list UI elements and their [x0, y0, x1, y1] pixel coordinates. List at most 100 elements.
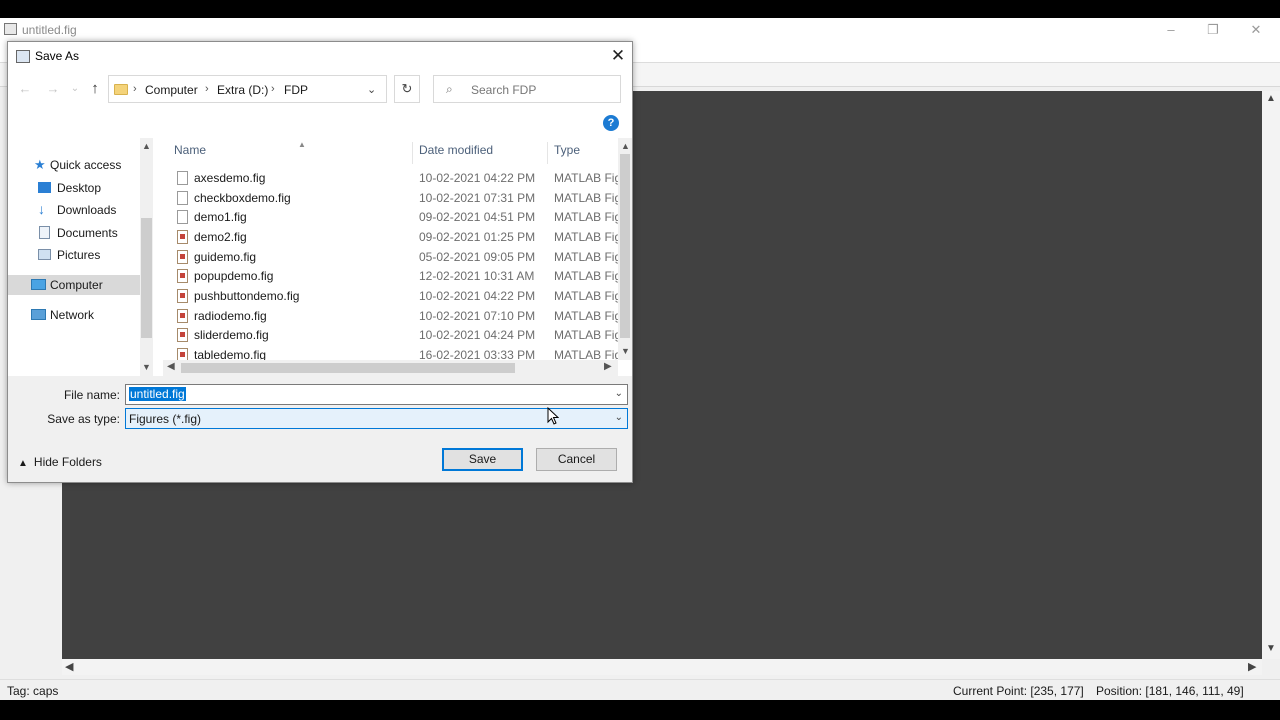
back-arrow-icon[interactable]: ←: [16, 80, 34, 98]
desktop-icon: [38, 182, 51, 193]
breadcrumb-separator: ›: [205, 83, 209, 95]
chevron-down-icon[interactable]: ⌄: [367, 83, 376, 96]
dialog-close-icon[interactable]: ✕: [606, 45, 630, 67]
file-date: 10-02-2021 04:22 PM: [419, 289, 536, 303]
sort-ascending-icon: ▲: [298, 140, 306, 149]
nav-pane-scrollbar[interactable]: ▲ ▼: [140, 138, 153, 376]
cancel-button[interactable]: Cancel: [536, 448, 617, 471]
file-row[interactable]: guidemo.fig 05-02-2021 09:05 PM MATLAB F…: [163, 248, 618, 267]
nav-label: Network: [50, 308, 95, 322]
address-bar[interactable]: › Computer › Extra (D:) › FDP ⌄: [108, 75, 387, 103]
chevron-down-icon[interactable]: ⌄: [615, 412, 623, 423]
column-divider[interactable]: [412, 142, 413, 164]
close-icon[interactable]: ✕: [1245, 21, 1267, 39]
scroll-down-icon[interactable]: ▼: [142, 362, 151, 372]
scroll-left-icon[interactable]: ◀: [167, 361, 175, 372]
breadcrumb-separator: ›: [133, 83, 137, 95]
scroll-down-icon[interactable]: ▼: [621, 346, 630, 356]
file-name-input[interactable]: untitled.fig ⌄: [125, 384, 628, 405]
scroll-down-icon[interactable]: ▼: [1266, 643, 1276, 654]
nav-label: Computer: [50, 278, 103, 292]
minimize-icon[interactable]: –: [1160, 21, 1182, 39]
guide-window-title: untitled.fig: [22, 23, 77, 37]
file-name-label: File name:: [63, 388, 120, 402]
scroll-up-icon[interactable]: ▲: [1266, 93, 1276, 104]
file-icon: [177, 210, 188, 224]
file-date: 09-02-2021 04:51 PM: [419, 210, 536, 224]
breadcrumb-folder[interactable]: FDP: [284, 83, 308, 97]
documents-icon: [39, 226, 50, 239]
file-date: 10-02-2021 04:22 PM: [419, 171, 536, 185]
file-list-vertical-scrollbar[interactable]: ▲ ▼: [618, 138, 632, 360]
scroll-right-icon[interactable]: ▶: [1248, 660, 1256, 673]
file-name: checkboxdemo.fig: [194, 191, 291, 205]
canvas-horizontal-scrollbar[interactable]: ◀ ▶: [62, 659, 1262, 675]
nav-item-downloads[interactable]: ↓ Downloads: [8, 200, 140, 220]
matlab-figure-file-icon: [177, 269, 188, 283]
help-icon[interactable]: ?: [603, 115, 619, 131]
search-input[interactable]: ⌕ Search FDP: [433, 75, 621, 103]
column-header-date[interactable]: Date modified: [419, 143, 493, 165]
up-arrow-icon[interactable]: ↑: [86, 80, 104, 98]
nav-item-documents[interactable]: Documents: [8, 223, 140, 243]
file-row[interactable]: demo2.fig 09-02-2021 01:25 PM MATLAB Fig…: [163, 228, 618, 247]
save-type-label: Save as type:: [47, 412, 120, 426]
file-name: demo2.fig: [194, 230, 247, 244]
hide-folders-button[interactable]: ▲ Hide Folders: [18, 455, 102, 469]
nav-item-pictures[interactable]: Pictures: [8, 245, 140, 265]
hide-folders-label: Hide Folders: [33, 455, 102, 469]
scroll-thumb[interactable]: [181, 363, 515, 373]
column-label: Name: [174, 143, 207, 157]
chevron-down-icon[interactable]: ⌄: [615, 388, 623, 399]
column-header-type[interactable]: Type: [554, 143, 580, 165]
file-name: pushbuttondemo.fig: [194, 289, 300, 303]
save-as-dialog: Save As ✕ ← → ⌄ ↑ › Computer › Extra (D:…: [7, 41, 633, 483]
nav-item-computer[interactable]: Computer: [8, 275, 140, 295]
file-row[interactable]: pushbuttondemo.fig 10-02-2021 04:22 PM M…: [163, 287, 618, 306]
nav-item-desktop[interactable]: Desktop: [8, 178, 140, 198]
forward-arrow-icon[interactable]: →: [44, 80, 62, 98]
scroll-up-icon[interactable]: ▲: [621, 141, 630, 151]
matlab-figure-file-icon: [177, 328, 188, 342]
file-type: MATLAB Figure: [554, 269, 618, 283]
breadcrumb-computer[interactable]: Computer: [145, 83, 198, 97]
restore-icon[interactable]: ❐: [1202, 21, 1224, 39]
scroll-thumb[interactable]: [620, 154, 630, 338]
file-type: MATLAB Figure: [554, 230, 618, 244]
file-row[interactable]: sliderdemo.fig 10-02-2021 04:24 PM MATLA…: [163, 326, 618, 345]
scroll-up-icon[interactable]: ▲: [142, 141, 151, 151]
file-row[interactable]: axesdemo.fig 10-02-2021 04:22 PM MATLAB …: [163, 169, 618, 188]
file-name: axesdemo.fig: [194, 171, 266, 185]
nav-label: Documents: [57, 226, 118, 240]
dialog-title: Save As: [35, 49, 80, 63]
nav-item-network[interactable]: Network: [8, 305, 140, 325]
scroll-right-icon[interactable]: ▶: [604, 361, 612, 372]
recent-locations-icon[interactable]: ⌄: [66, 80, 84, 98]
command-bar: ?: [8, 108, 632, 138]
file-list-horizontal-scrollbar[interactable]: ◀ ▶: [163, 360, 618, 376]
canvas-vertical-scrollbar[interactable]: ▲ ▼: [1262, 91, 1280, 659]
file-date: 10-02-2021 07:31 PM: [419, 191, 536, 205]
file-type: MATLAB Figure: [554, 309, 618, 323]
scroll-left-icon[interactable]: ◀: [65, 660, 73, 673]
nav-item-quick-access[interactable]: ★ Quick access: [8, 155, 140, 175]
breadcrumb-drive[interactable]: Extra (D:): [217, 83, 268, 97]
file-row[interactable]: popupdemo.fig 12-02-2021 10:31 AM MATLAB…: [163, 267, 618, 286]
refresh-icon[interactable]: ↻: [394, 75, 420, 103]
network-icon: [31, 309, 46, 320]
column-header-name[interactable]: Name ▲: [174, 140, 306, 165]
column-divider[interactable]: [547, 142, 548, 164]
save-dialog-icon: [16, 50, 30, 63]
file-row[interactable]: checkboxdemo.fig 10-02-2021 07:31 PM MAT…: [163, 189, 618, 208]
scroll-thumb[interactable]: [141, 218, 152, 338]
file-type: MATLAB Figure: [554, 250, 618, 264]
search-placeholder: Search FDP: [471, 83, 537, 97]
file-date: 12-02-2021 10:31 AM: [419, 269, 535, 283]
navigation-bar: ← → ⌄ ↑ › Computer › Extra (D:) › FDP ⌄ …: [8, 72, 632, 108]
dialog-titlebar: Save As ✕: [8, 42, 632, 72]
file-row[interactable]: demo1.fig 09-02-2021 04:51 PM MATLAB Fig…: [163, 208, 618, 227]
save-button[interactable]: Save: [442, 448, 523, 471]
file-row[interactable]: radiodemo.fig 10-02-2021 07:10 PM MATLAB…: [163, 307, 618, 326]
file-list: Name ▲ Date modified Type axesdemo.fig 1…: [163, 138, 632, 376]
file-date: 05-02-2021 09:05 PM: [419, 250, 536, 264]
